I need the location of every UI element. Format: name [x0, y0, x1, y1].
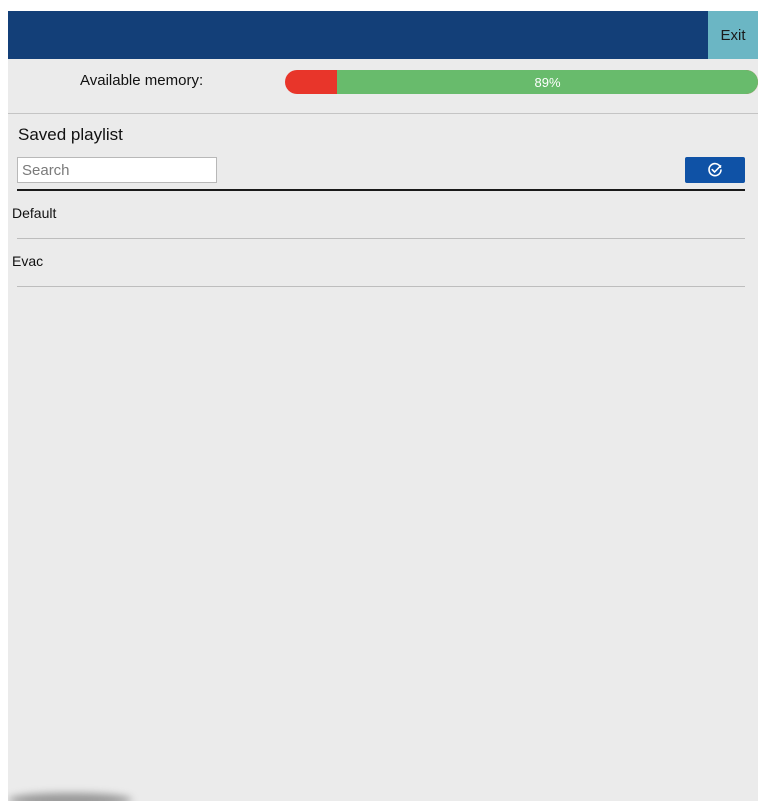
memory-percent-text: 89% — [534, 74, 561, 90]
confirm-button[interactable] — [685, 157, 745, 183]
section-title: Saved playlist — [18, 125, 123, 144]
shadow-artifact — [8, 793, 132, 801]
top-bar: Exit — [8, 11, 758, 59]
playlist-list: Default Evac — [8, 191, 758, 287]
list-item[interactable]: Default — [8, 191, 758, 239]
list-item-divider — [17, 286, 745, 287]
exit-button[interactable]: Exit — [708, 11, 758, 59]
list-item[interactable]: Evac — [8, 239, 758, 287]
app-window: Exit Available memory: 89% Saved playlis… — [8, 11, 758, 801]
memory-label: Available memory: — [80, 72, 204, 89]
search-input[interactable] — [17, 157, 217, 183]
check-circle-icon — [708, 162, 722, 177]
list-item-label: Default — [12, 205, 57, 221]
memory-row: Available memory: 89% — [8, 59, 758, 114]
memory-progress-bar: 89% — [285, 70, 758, 94]
list-item-label: Evac — [12, 253, 44, 269]
